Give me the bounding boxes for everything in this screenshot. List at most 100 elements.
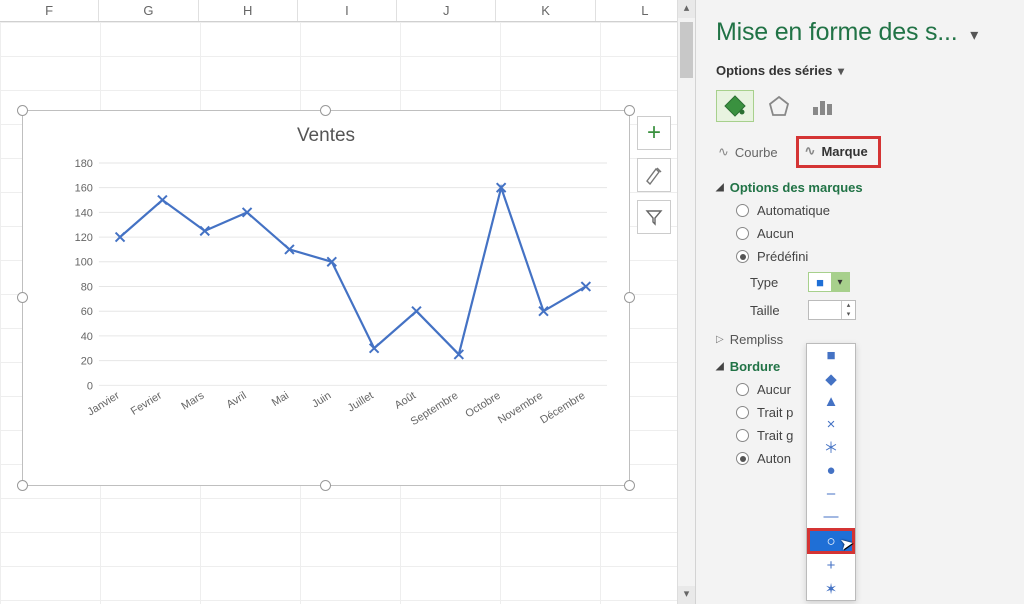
marker-type-dropdown[interactable]: ■ ▾ (808, 272, 850, 292)
radio-icon (736, 250, 749, 263)
chart-add-element-button[interactable]: + (637, 116, 671, 150)
marker-type-option[interactable]: ▲ (807, 390, 855, 413)
fill-line-category-button[interactable] (716, 90, 754, 122)
chart-side-buttons: + (637, 116, 671, 242)
scroll-up-button[interactable]: ▴ (678, 0, 695, 18)
column-headers: F G H I J K L (0, 0, 695, 22)
radio-border-none-label: Aucur (757, 382, 791, 397)
chart-styles-button[interactable] (637, 158, 671, 192)
svg-text:Septembre: Septembre (409, 390, 461, 427)
radio-border-solid[interactable]: Trait p (736, 405, 1008, 420)
vertical-scrollbar[interactable]: ▴ ▾ (677, 0, 695, 604)
spreadsheet-area: F G H I J K L Ventes 0204060801001201401… (0, 0, 695, 604)
svg-text:Avril: Avril (224, 390, 248, 411)
svg-text:Mars: Mars (179, 389, 206, 412)
tab-marker[interactable]: ∿ Marque (796, 136, 881, 168)
col-header-J[interactable]: J (397, 0, 496, 21)
series-options-dropdown[interactable]: Options des séries ▾ (716, 63, 1008, 78)
marker-type-option[interactable]: ■ (807, 344, 855, 367)
radio-automatic[interactable]: Automatique (736, 203, 1008, 218)
resize-handle-w[interactable] (17, 292, 28, 303)
section-fill-label: Rempliss (730, 332, 783, 347)
svg-text:Août: Août (393, 390, 418, 412)
radio-icon (736, 452, 749, 465)
radio-border-solid-label: Trait p (757, 405, 793, 420)
section-fill[interactable]: ▷ Rempliss (716, 332, 1008, 347)
svg-text:Novembre: Novembre (496, 390, 545, 427)
series-options-label: Options des séries (716, 63, 832, 78)
svg-text:0: 0 (87, 380, 93, 392)
resize-handle-e[interactable] (624, 292, 635, 303)
section-border-label: Bordure (730, 359, 781, 374)
svg-text:Fevrier: Fevrier (129, 389, 165, 417)
border-radios: Aucur Trait p Trait g Auton (736, 382, 1008, 466)
section-marker-options[interactable]: ◢ Options des marques (716, 180, 1008, 195)
marker-type-list[interactable]: ■◆▲×＊●–—○➤+✶ (806, 343, 856, 601)
line-icon: ∿ (718, 144, 729, 160)
svg-text:Juillet: Juillet (346, 390, 376, 415)
radio-border-gradient[interactable]: Trait g (736, 428, 1008, 443)
resize-handle-nw[interactable] (17, 105, 28, 116)
expand-icon: ◢ (716, 182, 724, 193)
resize-handle-se[interactable] (624, 480, 635, 491)
svg-text:20: 20 (81, 356, 93, 368)
radio-preset-label: Prédéfini (757, 249, 808, 264)
resize-handle-n[interactable] (320, 105, 331, 116)
radio-none-label: Aucun (757, 226, 794, 241)
radio-icon (736, 204, 749, 217)
marker-type-label: Type (750, 275, 798, 290)
radio-icon (736, 383, 749, 396)
collapse-icon: ▷ (716, 334, 724, 345)
marker-type-option[interactable]: × (807, 413, 855, 436)
marker-type-option[interactable]: ＊ (807, 436, 855, 459)
tab-line-label: Courbe (735, 145, 778, 160)
scroll-thumb[interactable] (680, 22, 693, 78)
plot-area[interactable]: 020406080100120140160180JanvierFevrierMa… (69, 157, 613, 427)
svg-text:180: 180 (75, 158, 93, 170)
marker-type-option[interactable]: ○➤ (807, 528, 855, 554)
col-header-G[interactable]: G (99, 0, 198, 21)
svg-text:Décembre: Décembre (538, 390, 587, 427)
svg-text:140: 140 (75, 207, 93, 219)
expand-icon: ◢ (716, 361, 724, 372)
svg-text:80: 80 (81, 281, 93, 293)
col-header-I[interactable]: I (298, 0, 397, 21)
radio-icon (736, 227, 749, 240)
effects-category-button[interactable] (760, 90, 798, 122)
marker-type-option[interactable]: – (807, 482, 855, 505)
col-header-F[interactable]: F (0, 0, 99, 21)
mouse-cursor-icon: ➤ (838, 533, 855, 555)
radio-icon (736, 406, 749, 419)
marker-icon: ∿ (805, 143, 816, 159)
radio-border-auto[interactable]: Auton (736, 451, 1008, 466)
marker-type-option[interactable]: ● (807, 459, 855, 482)
radio-icon (736, 429, 749, 442)
resize-handle-s[interactable] (320, 480, 331, 491)
tab-line[interactable]: ∿ Courbe (718, 144, 778, 160)
resize-handle-ne[interactable] (624, 105, 635, 116)
chart-filter-button[interactable] (637, 200, 671, 234)
chart-title[interactable]: Ventes (23, 125, 629, 147)
marker-type-option[interactable]: — (807, 505, 855, 528)
pane-title[interactable]: Mise en forme des s... ▾ (716, 18, 1008, 47)
marker-type-field: Type ■ ▾ (750, 272, 1008, 292)
pane-title-text: Mise en forme des s... (716, 18, 958, 46)
svg-text:120: 120 (75, 232, 93, 244)
section-border[interactable]: ◢ Bordure (716, 359, 1008, 374)
radio-preset[interactable]: Prédéfini (736, 249, 1008, 264)
col-header-H[interactable]: H (199, 0, 298, 21)
radio-none[interactable]: Aucun (736, 226, 1008, 241)
scroll-down-button[interactable]: ▾ (678, 586, 695, 604)
series-options-category-button[interactable] (804, 90, 842, 122)
marker-type-option[interactable]: ✶ (807, 577, 855, 600)
radio-border-none[interactable]: Aucur (736, 382, 1008, 397)
marker-size-spinner[interactable]: ▴▾ (808, 300, 856, 320)
marker-type-option[interactable]: + (807, 554, 855, 577)
resize-handle-sw[interactable] (17, 480, 28, 491)
chevron-down-icon: ▾ (831, 273, 849, 291)
col-header-K[interactable]: K (496, 0, 595, 21)
svg-text:160: 160 (75, 183, 93, 195)
spinner-arrows[interactable]: ▴▾ (841, 301, 855, 319)
chart-object[interactable]: Ventes 020406080100120140160180JanvierFe… (22, 110, 630, 486)
marker-type-option[interactable]: ◆ (807, 367, 855, 390)
